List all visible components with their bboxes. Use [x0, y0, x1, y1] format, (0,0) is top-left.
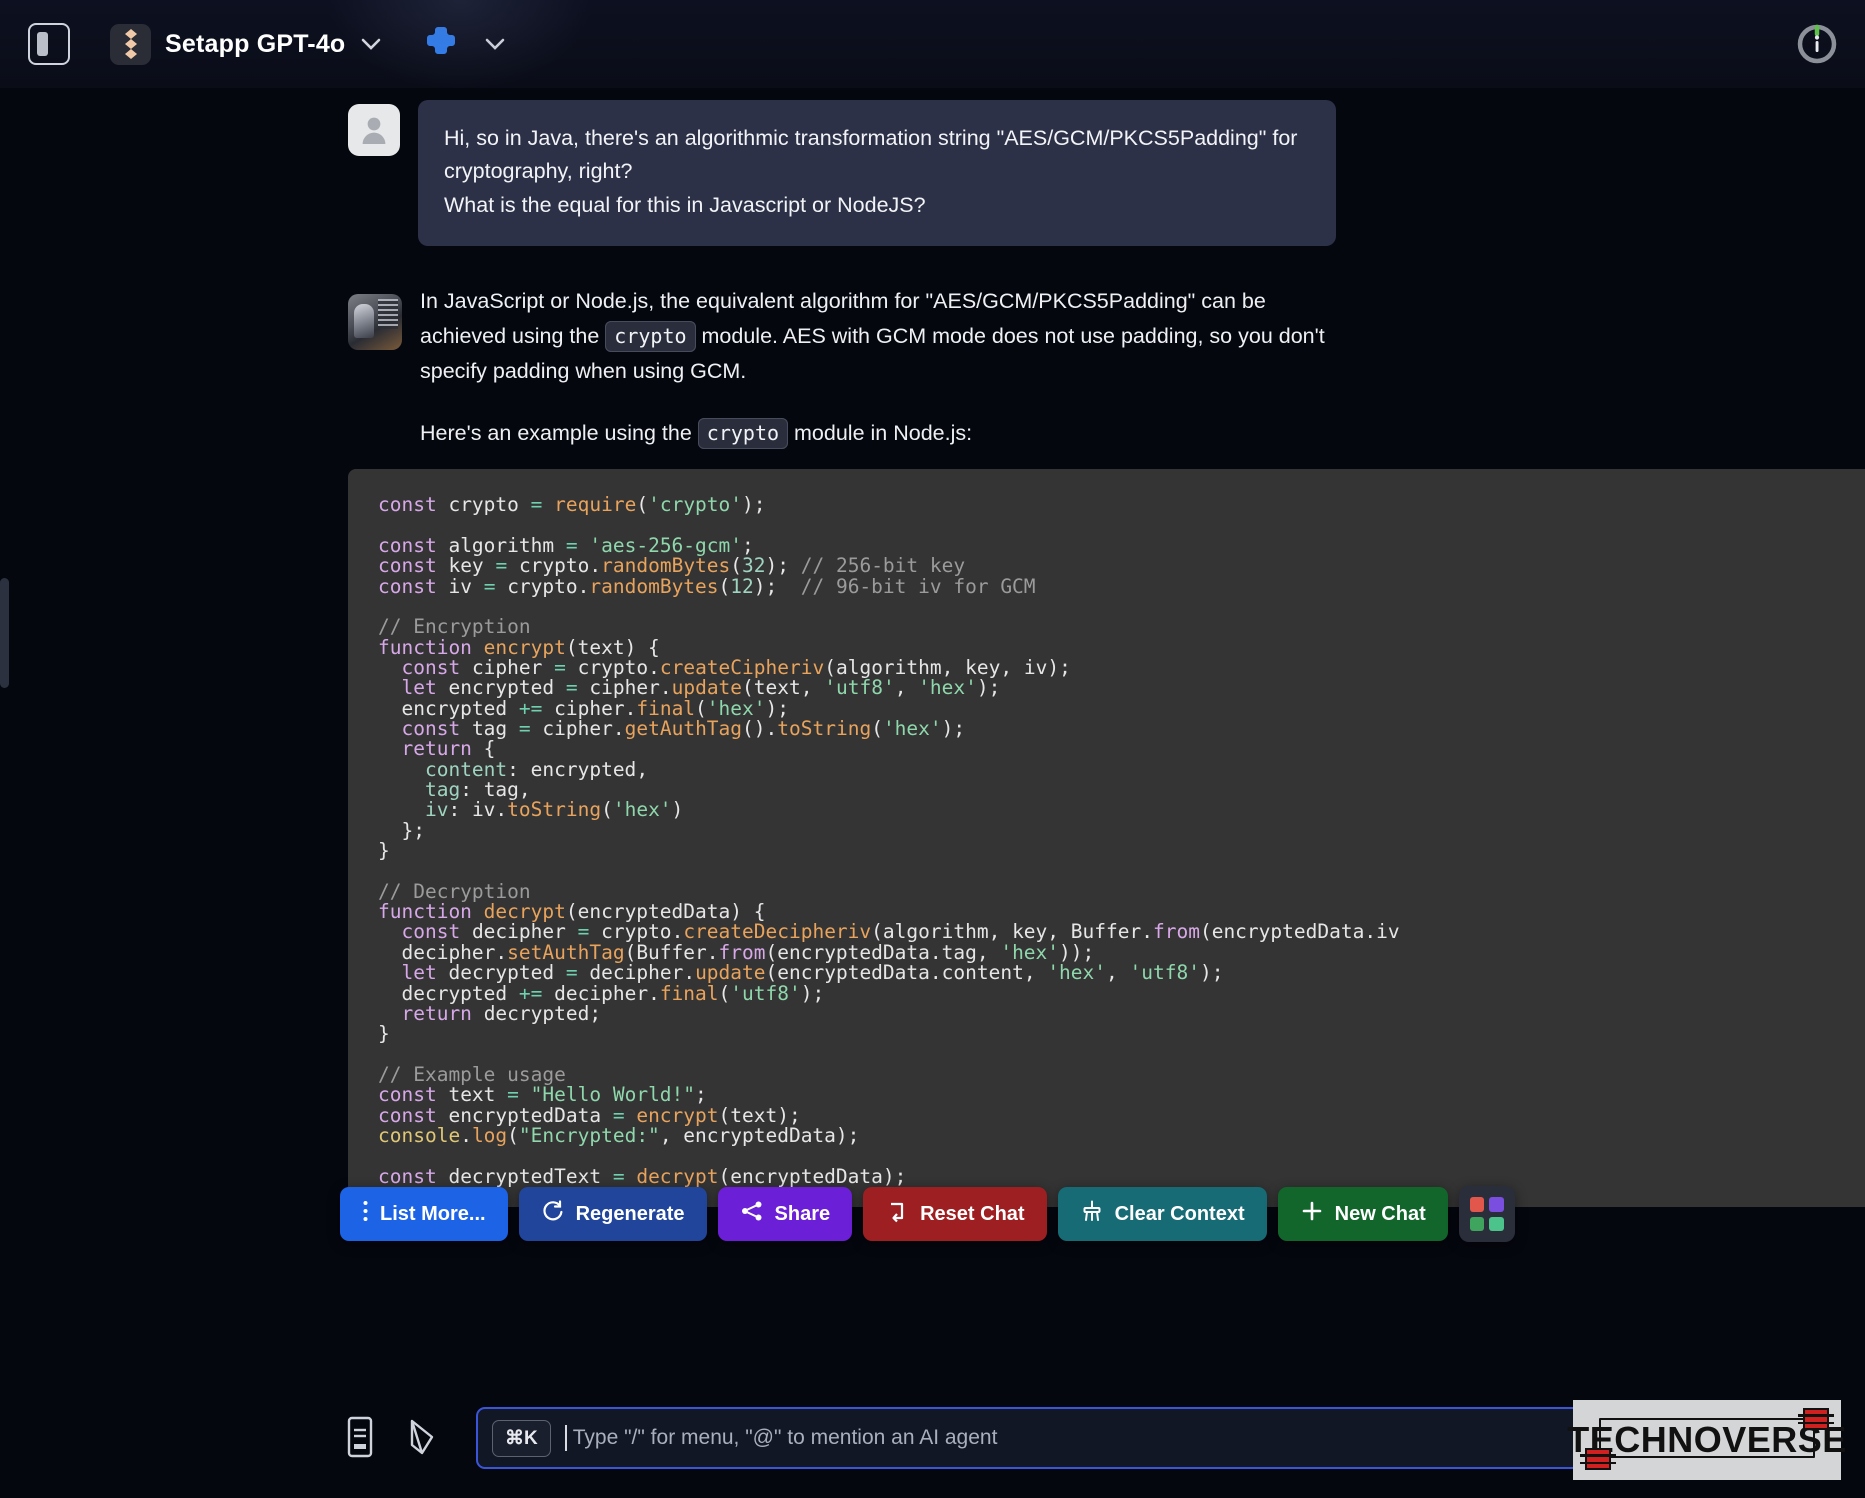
grid-cell-red — [1469, 1197, 1485, 1212]
list-more-label: List More... — [380, 1202, 486, 1225]
inline-code-crypto-2: crypto — [697, 418, 789, 450]
grid-cell-teal — [1489, 1216, 1504, 1231]
assistant-paragraph-2: Here's an example using the crypto modul… — [420, 416, 1345, 451]
chat-scrollbar[interactable] — [0, 578, 9, 688]
inline-code-crypto-1: crypto — [605, 320, 696, 352]
clear-context-button[interactable]: Clear Context — [1057, 1187, 1267, 1241]
plus-icon — [1300, 1199, 1324, 1229]
refresh-icon — [541, 1199, 565, 1229]
code-block[interactable]: const crypto = require('crypto'); const … — [348, 469, 1865, 1207]
text-caret — [564, 1425, 567, 1451]
info-button[interactable] — [1795, 22, 1839, 66]
sidebar-toggle-button[interactable] — [28, 23, 70, 65]
app-grid-button[interactable] — [1458, 1186, 1515, 1242]
user-message-line-1: Hi, so in Java, there's an algorithmic t… — [444, 126, 1298, 184]
user-avatar — [348, 104, 400, 156]
broom-icon — [1080, 1199, 1104, 1229]
user-message-line-2: What is the equal for this in Javascript… — [444, 192, 926, 217]
notes-icon[interactable] — [340, 1415, 386, 1461]
sidebar-toggle-icon — [37, 32, 48, 56]
plugin-chevron-down-icon[interactable] — [485, 35, 505, 54]
top-toolbar: Setapp GPT-4o — [0, 0, 1865, 88]
grid-cell-green — [1469, 1216, 1485, 1231]
share-nodes-icon — [740, 1199, 764, 1229]
code-content: const crypto = require('crypto'); const … — [378, 493, 1400, 1188]
reset-chat-label: Reset Chat — [920, 1202, 1025, 1225]
watermark-frame — [1599, 1418, 1815, 1458]
list-more-button[interactable]: List More... — [340, 1187, 508, 1241]
grid-cell-purple — [1489, 1197, 1504, 1212]
model-selector[interactable]: Setapp GPT-4o — [110, 23, 381, 65]
share-label: Share — [774, 1202, 831, 1225]
assistant-para2-text-b: module in Node.js: — [788, 421, 973, 446]
assistant-message-row: In JavaScript or Node.js, the equivalent… — [0, 246, 1865, 465]
chat-application-window: Setapp GPT-4o Hi, so in Java, there's an… — [0, 0, 1865, 1498]
puzzle-piece-icon[interactable] — [425, 25, 461, 64]
regenerate-button[interactable]: Regenerate — [518, 1187, 707, 1241]
chat-scroll-area[interactable]: Hi, so in Java, there's an algorithmic t… — [0, 88, 1865, 1378]
assistant-message-body: In JavaScript or Node.js, the equivalent… — [420, 272, 1345, 465]
setapp-logo-icon — [110, 23, 151, 65]
chip-icon-top-right — [1798, 1408, 1834, 1430]
plugin-selector[interactable] — [425, 25, 505, 64]
assistant-paragraph-1: In JavaScript or Node.js, the equivalent… — [420, 284, 1345, 388]
assistant-avatar — [348, 293, 402, 350]
user-message-row: Hi, so in Java, there's an algorithmic t… — [0, 88, 1865, 246]
reset-arrow-icon — [885, 1199, 909, 1229]
message-action-toolbar: List More... Regenerate Share Reset Chat… — [340, 1186, 1515, 1242]
message-input-placeholder: Type "/" for menu, "@" to mention an AI … — [572, 1426, 998, 1449]
new-chat-button[interactable]: New Chat — [1277, 1187, 1448, 1241]
pen-nib-icon[interactable] — [402, 1415, 448, 1461]
chip-icon-bottom-left — [1580, 1448, 1616, 1470]
chevron-down-icon[interactable] — [361, 35, 381, 54]
new-chat-label: New Chat — [1334, 1202, 1426, 1225]
vertical-dots-icon — [362, 1199, 369, 1229]
command-k-shortcut: ⌘K — [492, 1419, 551, 1457]
share-button[interactable]: Share — [717, 1187, 853, 1241]
technoverse-watermark: TECHNOVERSE — [1567, 1400, 1846, 1480]
assistant-para2-text-a: Here's an example using the — [420, 421, 698, 446]
reset-chat-button[interactable]: Reset Chat — [863, 1187, 1047, 1241]
message-input-field[interactable]: ⌘K Type "/" for menu, "@" to mention an … — [476, 1407, 1581, 1469]
user-message-bubble: Hi, so in Java, there's an algorithmic t… — [418, 100, 1336, 246]
model-name-label: Setapp GPT-4o — [165, 29, 346, 58]
clear-context-label: Clear Context — [1114, 1202, 1245, 1225]
regenerate-label: Regenerate — [575, 1202, 685, 1225]
